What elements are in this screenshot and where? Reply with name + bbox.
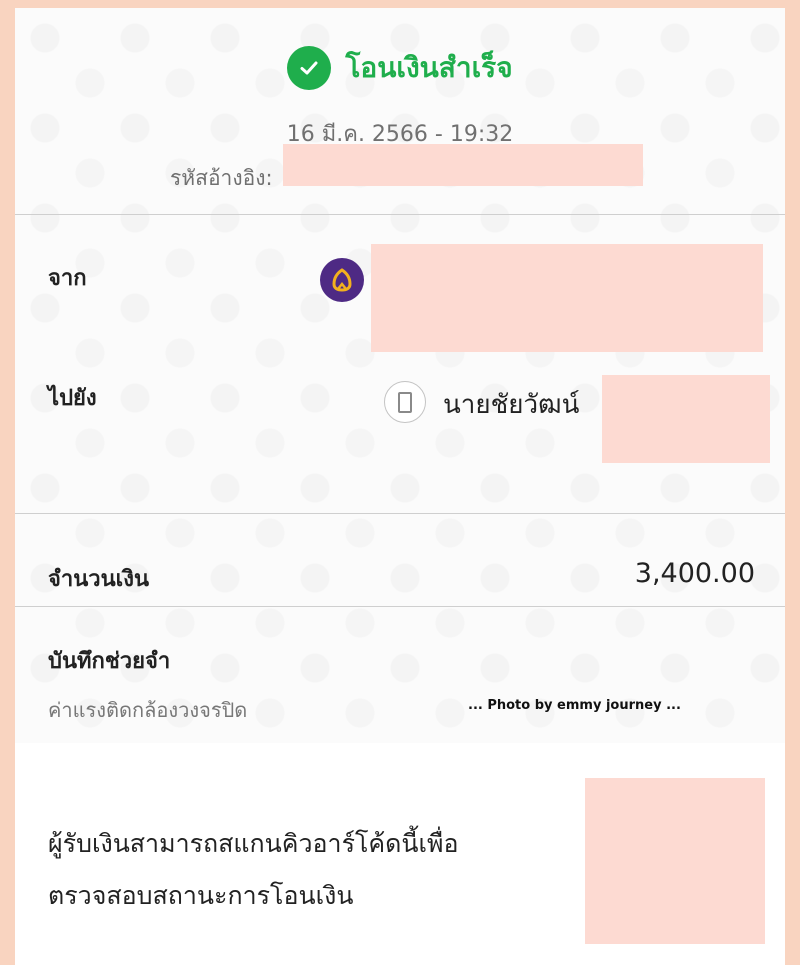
recipient-redaction	[602, 375, 770, 463]
qr-message-line1: ผู้รับเงินสามารถสแกนคิวอาร์โค้ดนี้เพื่อ	[48, 829, 459, 858]
divider	[15, 214, 785, 215]
amount-value: 3,400.00	[634, 558, 755, 589]
qr-code-redaction	[585, 778, 765, 944]
qr-message-line2: ตรวจสอบสถานะการโอนเงิน	[48, 881, 354, 910]
divider	[15, 606, 785, 607]
transfer-slip: โอนเงินสำเร็จ 16 มี.ค. 2566 - 19:32 รหัส…	[15, 8, 785, 965]
sender-redaction	[371, 244, 763, 352]
status-header: โอนเงินสำเร็จ	[15, 46, 785, 90]
watermark: ... Photo by emmy journey ...	[468, 698, 681, 713]
note-label: บันทึกช่วยจำ	[48, 649, 171, 674]
bank-logo-icon	[320, 258, 364, 302]
qr-message: ผู้รับเงินสามารถสแกนคิวอาร์โค้ดนี้เพื่อ …	[48, 818, 459, 922]
amount-label: จำนวนเงิน	[48, 567, 149, 592]
reference-redaction	[283, 144, 643, 186]
to-label: ไปยัง	[48, 386, 97, 411]
reference-label: รหัสอ้างอิง:	[170, 166, 273, 190]
recipient-name: นายชัยวัฒน์	[443, 390, 580, 420]
phone-icon	[384, 381, 426, 423]
from-label: จาก	[48, 266, 87, 291]
divider	[15, 513, 785, 514]
note-text: ค่าแรงติดกล้องวงจรปิด	[48, 698, 248, 722]
status-title: โอนเงินสำเร็จ	[345, 51, 513, 84]
check-circle-icon	[287, 46, 332, 90]
